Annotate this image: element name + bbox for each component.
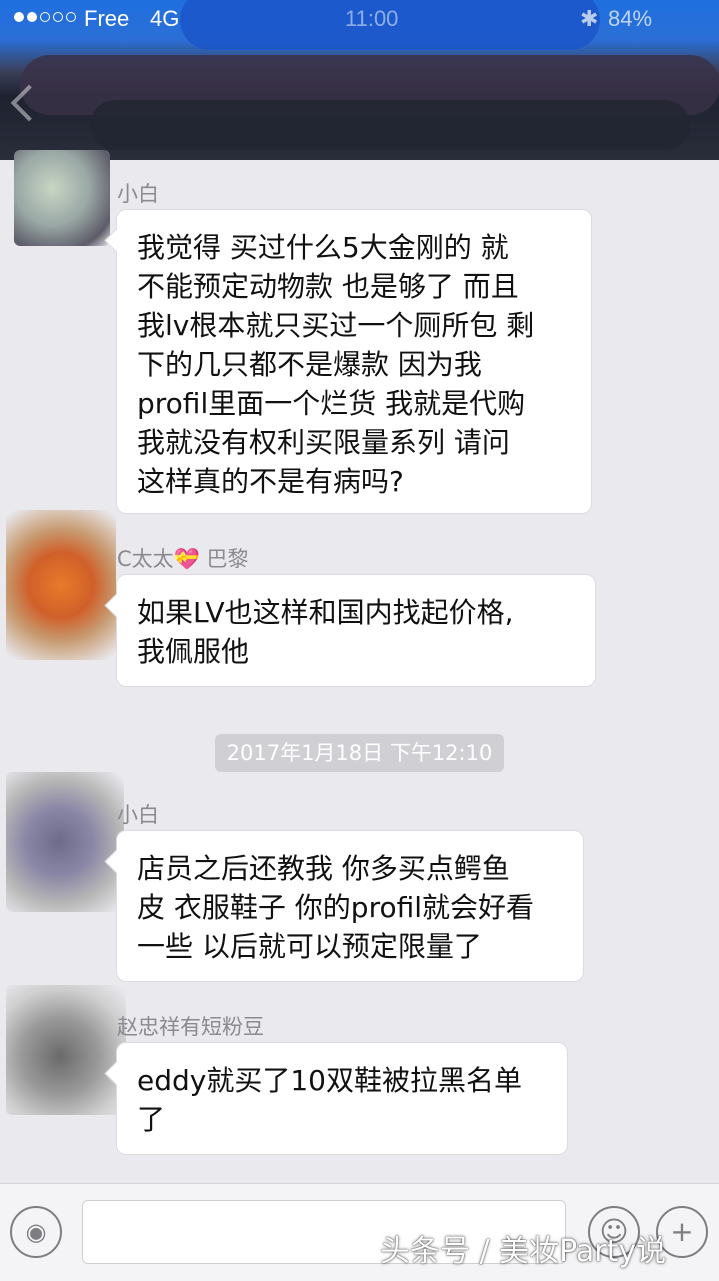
status-bar: Free 4G 11:00 ✱ 84% <box>0 0 719 40</box>
voice-icon[interactable]: ◉ <box>10 1206 62 1258</box>
sender-name: C太太💝 巴黎 <box>117 547 249 571</box>
message-line: 如果LV也这样和国内找起价格, <box>137 596 514 629</box>
battery-level: 84% <box>608 6 653 31</box>
message-line: 我觉得 买过什么5大金刚的 就 <box>137 231 509 264</box>
message-line: eddy就买了10双鞋被拉黑名单 <box>137 1064 522 1097</box>
watermark: 头条号 / 美妆Party说 <box>380 1234 667 1269</box>
message-line: 不能预定动物款 也是够了 而且 <box>137 270 519 303</box>
message-bubble[interactable]: 我觉得 买过什么5大金刚的 就 不能预定动物款 也是够了 而且 我lv根本就只买… <box>116 209 592 514</box>
clock: 11:00 <box>345 6 399 31</box>
avatar[interactable] <box>6 985 126 1115</box>
avatar[interactable] <box>6 772 124 912</box>
message-line: 皮 衣服鞋子 你的profil就会好看 <box>137 891 535 924</box>
message-line: 这样真的不是有病吗? <box>137 465 404 498</box>
message-line: 一些 以后就可以预定限量了 <box>137 930 482 963</box>
sender-name: 小白 <box>117 803 159 827</box>
message-line: 我lv根本就只买过一个厕所包 剩 <box>137 309 535 342</box>
message-line: 店员之后还教我 你多买点鳄鱼 <box>137 852 510 885</box>
message-line: 我就没有权利买限量系列 请问 <box>137 426 510 459</box>
message-line: 我佩服他 <box>137 635 250 668</box>
top-bar: Free 4G 11:00 ✱ 84% <box>0 0 719 160</box>
message-bubble[interactable]: 店员之后还教我 你多买点鳄鱼 皮 衣服鞋子 你的profil就会好看 一些 以后… <box>116 830 584 982</box>
message-line: 下的几只都不是爆款 因为我 <box>137 348 482 381</box>
network-type: 4G <box>150 6 180 31</box>
timestamp-badge: 2017年1月18日 下午12:10 <box>215 734 504 772</box>
message-line: profil里面一个烂货 我就是代购 <box>137 387 526 420</box>
bluetooth-icon: ✱ <box>580 6 599 31</box>
carrier-name: Free <box>84 6 130 31</box>
scribble-overlay <box>90 100 690 150</box>
message-line: 了 <box>137 1103 166 1136</box>
avatar[interactable] <box>14 150 110 246</box>
avatar[interactable] <box>6 510 116 660</box>
sender-name: 小白 <box>117 182 159 206</box>
message-bubble[interactable]: 如果LV也这样和国内找起价格, 我佩服他 <box>116 574 596 687</box>
signal-strength-icon <box>14 12 76 22</box>
sender-name: 赵忠祥有短粉豆 <box>117 1015 264 1039</box>
message-bubble[interactable]: eddy就买了10双鞋被拉黑名单 了 <box>116 1042 568 1155</box>
